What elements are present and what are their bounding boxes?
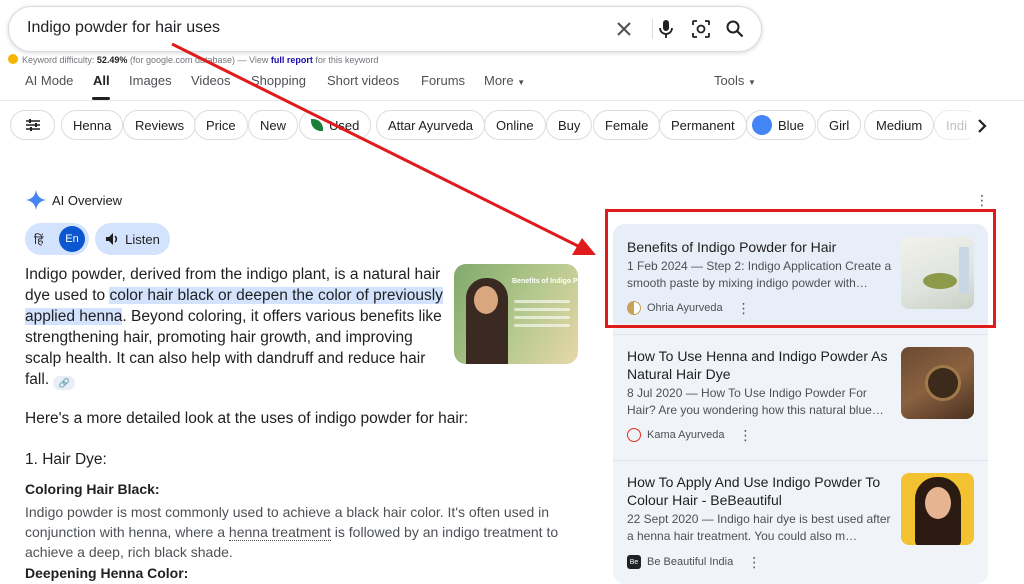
annotation-arrow-icon xyxy=(171,42,596,255)
